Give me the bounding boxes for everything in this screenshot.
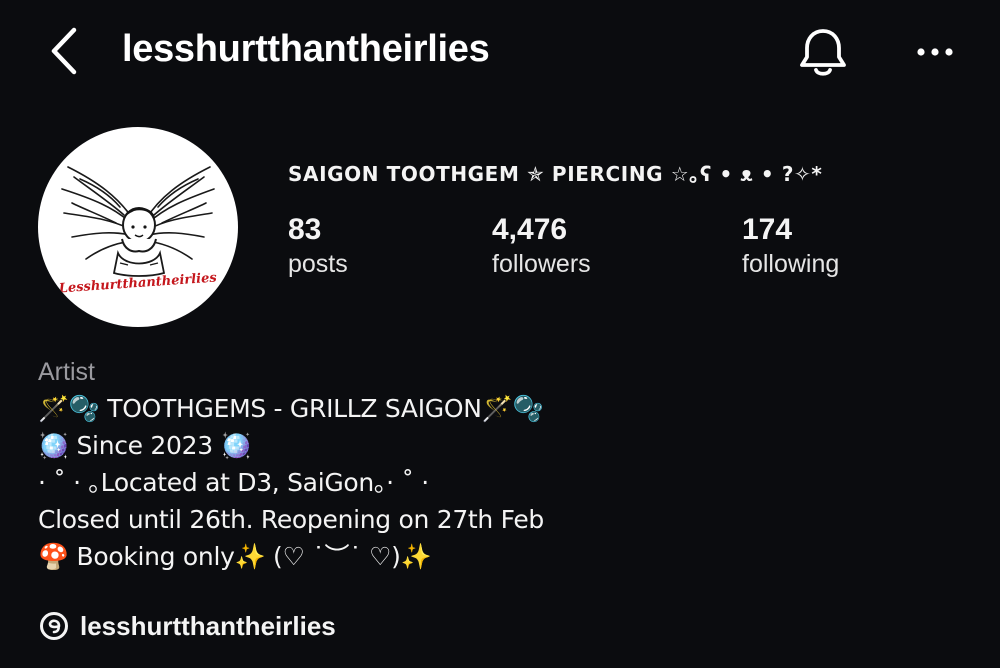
chevron-left-icon [51,27,77,75]
threads-icon [40,612,68,640]
following-count: 174 [742,213,793,246]
threads-handle: lesshurtthantheirlies [80,610,336,641]
profile-bio: Artist 🪄🫧 TOOTHGEMS - GRILLZ SAIGON🪄🫧 🪩 … [38,354,978,575]
profile-category-name: SAIGON TOOTHGEM ✯ PIERCING ☆｡ʕ • ᴥ • ?✧* [288,162,823,186]
back-button[interactable] [44,26,88,76]
bio-line: 🪄🫧 TOOTHGEMS - GRILLZ SAIGON🪄🫧 [38,394,544,423]
angel-logo-image: Lesshurtthantheirlies [57,166,218,297]
bio-line: Closed until 26th. Reopening on 27th Feb [38,505,544,534]
notifications-button[interactable] [794,24,852,82]
more-horizontal-icon [917,48,953,56]
bio-category: Artist [38,358,95,386]
followers-stat[interactable]: 4,476 followers [492,212,591,280]
following-stat[interactable]: 174 following [742,212,839,280]
followers-count: 4,476 [492,213,568,246]
top-bar: lesshurtthantheirlies [0,0,1000,100]
threads-profile-link[interactable]: lesshurtthantheirlies [38,606,336,646]
posts-count: 83 [288,213,322,246]
followers-label: followers [492,250,591,278]
bio-line: · ˚ · ｡Located at D3, SaiGon｡· ˚ · [38,468,429,497]
profile-username: lesshurtthantheirlies [122,28,490,70]
bio-line: 🪩 Since 2023 🪩 [38,431,252,460]
bio-line: 🍄 Booking only✨ (♡ ˙︶˙ ♡)✨ [38,542,432,571]
posts-label: posts [288,250,348,278]
bell-icon [800,29,846,76]
profile-avatar[interactable]: Lesshurtthantheirlies [38,127,238,327]
posts-stat[interactable]: 83 posts [288,212,348,280]
more-options-button[interactable] [910,30,960,70]
following-label: following [742,250,840,278]
